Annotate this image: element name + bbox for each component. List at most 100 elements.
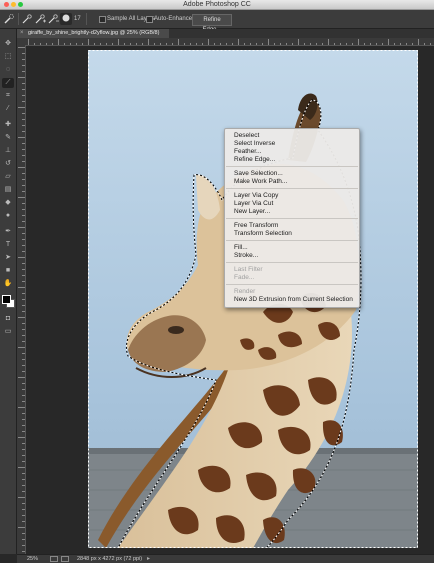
eraser-icon[interactable]: ▱ [2, 172, 14, 182]
dodge-icon[interactable]: ● [2, 211, 14, 221]
type-icon[interactable]: T [2, 240, 14, 250]
ruler-tick [400, 43, 401, 45]
context-menu-item[interactable]: Fill... [234, 244, 248, 252]
quick-selection-icon[interactable]: ⟋ [2, 78, 14, 88]
vertical-ruler[interactable] [17, 45, 26, 554]
ruler-tick [412, 43, 413, 45]
ruler-tick [106, 43, 107, 45]
context-menu-item[interactable]: Transform Selection [234, 230, 292, 238]
ruler-tick [352, 43, 353, 45]
share-icon[interactable] [50, 556, 58, 562]
ruler-tick [328, 39, 329, 45]
sample-all-layers-checkbox[interactable] [99, 16, 106, 23]
context-menu-item[interactable]: New Layer... [234, 208, 270, 216]
history-brush-icon[interactable]: ↺ [2, 159, 14, 169]
ruler-tick [376, 43, 377, 45]
ruler-tick [76, 43, 77, 45]
ruler-tick [18, 287, 25, 288]
ruler-tick [292, 43, 293, 45]
ruler-tick [226, 43, 227, 45]
ruler-tick [220, 43, 221, 45]
document-tab[interactable]: × giraffe_by_shine_brightly-d2yflow.jpg … [17, 29, 169, 38]
hand-icon[interactable]: ✋ [2, 279, 14, 289]
context-menu-item[interactable]: Refine Edge... [234, 156, 275, 164]
ruler-tick [22, 503, 25, 504]
lasso-icon[interactable]: ◌ [2, 65, 14, 75]
ruler-tick [18, 77, 25, 78]
ruler-tick [22, 95, 25, 96]
ruler-tick [18, 497, 25, 498]
ruler-tick [18, 167, 25, 168]
auto-enhance-checkbox[interactable] [146, 16, 153, 23]
add-to-selection-icon[interactable] [34, 13, 46, 25]
ruler-tick [22, 413, 25, 414]
close-tab-icon[interactable]: × [20, 29, 24, 38]
brush-picker-icon[interactable] [60, 13, 72, 25]
ruler-tick [22, 143, 25, 144]
ruler-tick [22, 449, 25, 450]
ruler-tick [394, 43, 395, 45]
ruler-tick [94, 43, 95, 45]
menu-separator [226, 284, 358, 285]
ruler-tick [22, 191, 25, 192]
gradient-icon[interactable]: ▤ [2, 185, 14, 195]
ruler-tick [430, 43, 431, 45]
context-menu-item[interactable]: Save Selection... [234, 170, 283, 178]
context-menu-item[interactable]: New 3D Extrusion from Current Selection [234, 296, 353, 304]
app-title: Adobe Photoshop CC [183, 1, 251, 8]
brush-icon[interactable]: ✎ [2, 133, 14, 143]
ruler-tick [22, 431, 25, 432]
healing-icon[interactable]: ✚ [2, 120, 14, 130]
move-icon[interactable]: ✥ [2, 39, 14, 49]
eyedropper-icon[interactable]: ⁄ [2, 104, 14, 114]
ruler-tick [34, 43, 35, 45]
subtract-from-selection-icon[interactable] [47, 13, 59, 25]
marquee-icon[interactable]: ⬚ [2, 52, 14, 62]
ruler-tick [286, 43, 287, 45]
ruler-tick [22, 209, 25, 210]
ruler-tick [22, 71, 25, 72]
ruler-tick [22, 335, 25, 336]
crop-icon[interactable]: ⌗ [2, 91, 14, 101]
context-menu-item[interactable]: Deselect [234, 132, 259, 140]
ruler-tick [22, 419, 25, 420]
context-menu-item[interactable]: Layer Via Copy [234, 192, 278, 200]
clone-stamp-icon[interactable]: ⊥ [2, 146, 14, 156]
context-menu-item[interactable]: Free Transform [234, 222, 278, 230]
path-selection-icon[interactable]: ➤ [2, 253, 14, 263]
ruler-tick [118, 39, 119, 45]
foreground-color-swatch[interactable] [2, 295, 11, 304]
export-icon[interactable] [61, 556, 69, 562]
ruler-tick [160, 43, 161, 45]
pen-icon[interactable]: ✒ [2, 227, 14, 237]
blur-icon[interactable]: ◆ [2, 198, 14, 208]
horizontal-ruler[interactable] [26, 38, 434, 46]
ruler-tick [22, 341, 25, 342]
menu-separator [226, 166, 358, 167]
ruler-tick [22, 389, 25, 390]
ruler-tick [22, 53, 25, 54]
ruler-tick [22, 443, 25, 444]
context-menu-item[interactable]: Feather... [234, 148, 261, 156]
context-menu-item: Fade... [234, 274, 255, 281]
ruler-tick [22, 395, 25, 396]
ruler-tick [22, 203, 25, 204]
context-menu: Deselect Select Inverse Feather... Refine E… [224, 128, 360, 308]
quick-selection-tool-preset-icon[interactable] [3, 13, 15, 25]
window-title-bar: Adobe Photoshop CC [0, 0, 434, 10]
ruler-tick [22, 245, 25, 246]
ruler-tick [298, 39, 299, 45]
new-selection-icon[interactable] [21, 13, 33, 25]
context-menu-item[interactable]: Stroke... [234, 252, 258, 260]
ruler-tick [22, 215, 25, 216]
context-menu-item[interactable]: Make Work Path... [234, 178, 287, 186]
shape-icon[interactable]: ■ [2, 266, 14, 276]
ruler-tick [370, 43, 371, 45]
context-menu-item[interactable]: Select Inverse [234, 140, 275, 148]
refine-edge-button[interactable]: Refine Edge... [192, 14, 232, 33]
screen-mode-icon[interactable]: ▭ [2, 327, 14, 337]
quick-mask-icon[interactable]: ◘ [2, 314, 14, 324]
context-menu-item[interactable]: Layer Via Cut [234, 200, 273, 208]
ruler-tick [22, 383, 25, 384]
ruler-origin[interactable] [17, 38, 26, 45]
